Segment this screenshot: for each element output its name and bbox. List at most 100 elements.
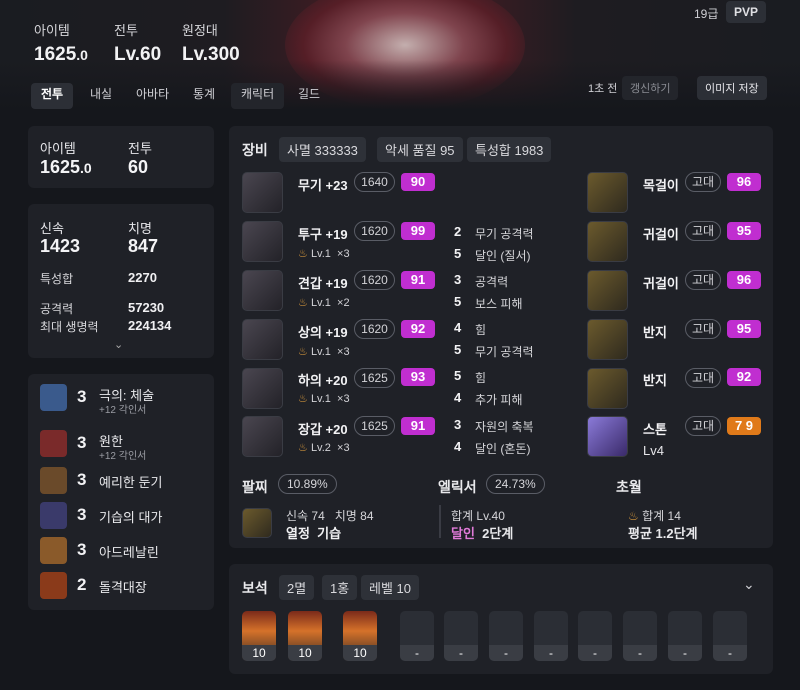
- chest-icon[interactable]: [242, 319, 283, 360]
- engraving-icon: [40, 572, 67, 599]
- engraving-icon: [40, 384, 67, 411]
- stat-label: 신속: [40, 221, 64, 236]
- tab-combat[interactable]: 전투: [31, 83, 74, 109]
- engraving-icon: [40, 430, 67, 457]
- equipment-name: 무기 +23: [298, 178, 348, 193]
- gem-slot-empty[interactable]: -: [578, 611, 612, 661]
- effect-name: 무기 공격력: [475, 227, 534, 241]
- effect-level: 4: [454, 390, 462, 405]
- gem-slot-empty[interactable]: -: [668, 611, 702, 661]
- summary-label: 전투: [128, 141, 152, 156]
- effect-name: 무기 공격력: [475, 345, 534, 359]
- header-stat-value: Lv.60: [114, 44, 162, 65]
- gem-slot[interactable]: 10: [343, 611, 377, 661]
- gem-level: -: [623, 645, 657, 661]
- transcend-title: 초월: [616, 479, 642, 495]
- refresh-button[interactable]: 갱신하기: [622, 76, 679, 100]
- updated-time: 1초 전: [588, 83, 618, 95]
- stat-value: 57230: [128, 300, 165, 315]
- summary-label: 아이템: [40, 141, 76, 156]
- equipment-title: 장비: [242, 142, 268, 158]
- effect-level: 5: [454, 246, 462, 261]
- tab-guild[interactable]: 길드: [288, 83, 330, 109]
- gem-level: -: [668, 645, 702, 661]
- tab-stats[interactable]: 통계: [183, 83, 225, 109]
- equipment-level: 1620: [354, 319, 395, 339]
- summary-value: 60: [128, 157, 149, 177]
- accessory-name: 목걸이: [643, 178, 679, 193]
- header-stat-value: Lv.300: [182, 44, 240, 65]
- equipment-level: 1620: [354, 270, 395, 290]
- accessory-name: 귀걸이: [643, 276, 679, 291]
- gloves-icon[interactable]: [242, 416, 283, 457]
- effect-level: 5: [454, 294, 462, 309]
- gem-slot-empty[interactable]: -: [400, 611, 434, 661]
- stat-value: 224134: [128, 318, 172, 333]
- stat-value: 847: [128, 236, 159, 256]
- equipment-quality: 92: [401, 320, 435, 338]
- accessory-grade: 고대: [685, 172, 721, 192]
- elixir-info: ♨ Lv.1 ×3: [298, 248, 350, 260]
- equipment-tag: 사멸 333333: [279, 137, 366, 162]
- equipment-level: 1625: [354, 416, 395, 436]
- engraving-item[interactable]: 3 극의: 체술 +12 각인서: [28, 380, 214, 416]
- effect-name: 힘: [475, 371, 487, 385]
- gems-tag: 1홍: [322, 575, 358, 600]
- weapon-icon[interactable]: [242, 172, 283, 213]
- engraving-sub: +12 각인서: [99, 405, 147, 416]
- tab-avatar[interactable]: 아바타: [126, 83, 179, 109]
- effect-level: 5: [454, 368, 462, 383]
- elixir-info: ♨ Lv.1 ×3: [298, 346, 350, 358]
- earring-icon[interactable]: [587, 221, 628, 262]
- engraving-item[interactable]: 3 예리한 둔기: [28, 463, 214, 497]
- bracelet-icon[interactable]: [242, 508, 272, 538]
- summary-decimal: .0: [80, 160, 92, 176]
- accessory-quality: 95: [727, 222, 761, 240]
- engraving-item[interactable]: 3 기습의 대가: [28, 498, 214, 532]
- gem-slot[interactable]: 10: [288, 611, 322, 661]
- expand-chevron-icon[interactable]: ⌄: [114, 338, 123, 351]
- ring-icon[interactable]: [587, 319, 628, 360]
- tab-internal[interactable]: 내실: [80, 83, 122, 109]
- engraving-item[interactable]: 3 아드레날린: [28, 533, 214, 567]
- elixir-info: ♨ Lv.1 ×3: [298, 393, 350, 405]
- header-stat-combat: 전투 Lv.60: [114, 20, 161, 66]
- gem-level: -: [578, 645, 612, 661]
- stone-level: Lv4: [643, 443, 664, 458]
- gem-slot-empty[interactable]: -: [623, 611, 657, 661]
- equipment-quality: 90: [401, 173, 435, 191]
- stone-quality: 7 9: [727, 417, 761, 435]
- ring-icon[interactable]: [587, 368, 628, 409]
- bracelet-percent: 10.89%: [278, 474, 337, 494]
- accessory-grade: 고대: [685, 368, 721, 388]
- accessory-grade: 고대: [685, 270, 721, 290]
- shoulder-icon[interactable]: [242, 270, 283, 311]
- helmet-icon[interactable]: [242, 221, 283, 262]
- pvp-badge[interactable]: PVP: [726, 1, 767, 23]
- header-stat-label: 전투: [114, 23, 138, 38]
- engraving-item[interactable]: 2 돌격대장: [28, 568, 214, 602]
- earring-icon[interactable]: [587, 270, 628, 311]
- necklace-icon[interactable]: [587, 172, 628, 213]
- pants-icon[interactable]: [242, 368, 283, 409]
- gem-slot-empty[interactable]: -: [534, 611, 568, 661]
- gem-slot-empty[interactable]: -: [713, 611, 747, 661]
- effect-name: 달인 (혼돈): [475, 442, 531, 456]
- bracelet-effects: 열정 기습: [286, 526, 342, 541]
- effect-name: 자원의 축복: [475, 420, 534, 434]
- elixir-title: 엘릭서: [438, 479, 477, 495]
- engraving-item[interactable]: 3 원한 +12 각인서: [28, 426, 214, 462]
- engraving-name: 기습의 대가: [99, 510, 163, 525]
- gem-slot-empty[interactable]: -: [444, 611, 478, 661]
- gem-slot-empty[interactable]: -: [489, 611, 523, 661]
- tab-character[interactable]: 캐릭터: [231, 83, 285, 109]
- gem-level: 10: [343, 645, 377, 661]
- save-image-button[interactable]: 이미지 저장: [697, 76, 767, 100]
- stat-value: 1423: [40, 236, 81, 256]
- chevron-down-icon[interactable]: ⌄: [743, 576, 755, 593]
- header-stat-label: 원정대: [182, 23, 218, 38]
- effect-level: 3: [454, 417, 462, 432]
- effect-name: 공격력: [475, 275, 509, 289]
- stone-icon[interactable]: [587, 416, 628, 457]
- gem-slot[interactable]: 10: [242, 611, 276, 661]
